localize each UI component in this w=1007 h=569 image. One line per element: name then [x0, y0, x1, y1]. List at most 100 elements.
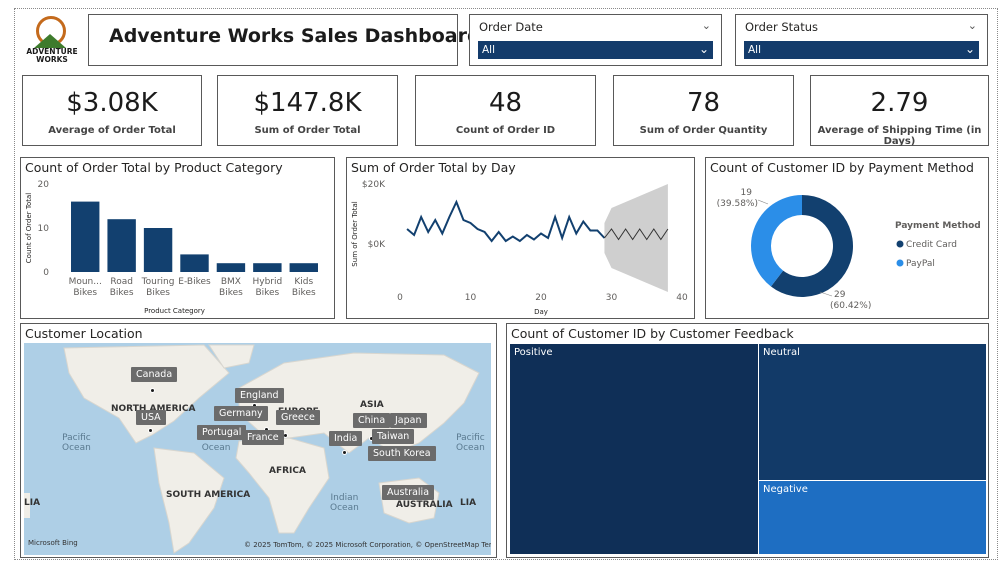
- x-tick-label: 40: [676, 293, 688, 303]
- legend-label: PayPal: [906, 259, 935, 269]
- customer-location-map[interactable]: Customer Location NORTH AMERICA EUROPE A…: [20, 323, 497, 558]
- tile-label: Neutral: [763, 347, 800, 358]
- treemap-tile-negative[interactable]: Negative: [759, 481, 986, 554]
- city-label-india[interactable]: India: [329, 431, 363, 446]
- kpi-label: Sum of Order Quantity: [639, 125, 768, 136]
- kpi-label: Count of Order ID: [455, 125, 556, 136]
- map-title: Customer Location: [25, 326, 143, 341]
- order-status-slicer[interactable]: Order Status ⌄ All ⌄: [735, 14, 988, 66]
- legend-label: Credit Card: [906, 240, 957, 250]
- ocean-label: Pacific Ocean: [456, 433, 485, 453]
- y-axis-title: Sum of Order Total: [351, 201, 359, 266]
- y-axis-title: Count of Order Total: [25, 193, 33, 264]
- kpi-value: 78: [686, 88, 721, 118]
- legend-marker: [896, 259, 904, 267]
- city-label-france[interactable]: France: [242, 430, 284, 445]
- daily-line-chart[interactable]: Sum of Order Total by Day $20K $0K 0 10 20 30…: [346, 157, 695, 319]
- chevron-down-icon[interactable]: ⌄: [968, 19, 977, 32]
- y-tick-label: $0K: [368, 240, 386, 250]
- order-date-slicer[interactable]: Order Date ⌄ All ⌄: [469, 14, 722, 66]
- feedback-treemap[interactable]: Count of Customer ID by Customer Feedbac…: [506, 323, 989, 558]
- tile-label: Negative: [763, 484, 808, 495]
- city-label-usa[interactable]: USA: [136, 410, 166, 425]
- kpi-value: $147.8K: [253, 88, 362, 118]
- slice-value-label: 29: [834, 290, 846, 300]
- legend-title: Payment Method: [895, 221, 981, 231]
- x-tick-label: Bikes: [146, 288, 170, 298]
- kpi-card-count-order-id[interactable]: 48 Count of Order ID: [415, 75, 596, 146]
- slicer-label: Order Date: [479, 20, 543, 34]
- x-tick-label: Bikes: [292, 288, 316, 298]
- line-chart-svg: $20K $0K 0 10 20 30 40 Sum of Order Total Day: [351, 180, 688, 316]
- x-tick-label: BMX: [221, 277, 241, 287]
- city-label-germany[interactable]: Germany: [214, 406, 268, 421]
- map-copyright[interactable]: © 2025 TomTom, © 2025 Microsoft Corporat…: [244, 541, 491, 549]
- location-dot[interactable]: [150, 388, 155, 393]
- x-axis-title: Product Category: [144, 307, 205, 315]
- bar: [107, 219, 136, 272]
- bar: [216, 263, 246, 272]
- chevron-down-icon: ⌄: [698, 42, 709, 56]
- chevron-down-icon[interactable]: ⌄: [702, 19, 711, 32]
- treemap-tile-positive[interactable]: Positive: [510, 344, 758, 554]
- kpi-card-avg-shipping-time[interactable]: 2.79 Average of Shipping Time (in Days): [810, 75, 989, 147]
- city-label-canada[interactable]: Canada: [131, 367, 178, 382]
- x-tick-label: Bikes: [73, 288, 97, 298]
- leader-line: [757, 199, 769, 205]
- x-tick-label: Bikes: [110, 288, 134, 298]
- city-label-greece[interactable]: Greece: [276, 410, 320, 425]
- location-dot[interactable]: [283, 433, 288, 438]
- kpi-label: Average of Order Total: [48, 125, 176, 136]
- x-tick-label: Moun...: [69, 277, 102, 287]
- city-label-south-korea[interactable]: South Korea: [368, 446, 436, 461]
- mountain-icon: [34, 34, 66, 48]
- chart-title: Count of Customer ID by Payment Method: [710, 160, 974, 175]
- x-tick-label: E-Bikes: [178, 277, 211, 287]
- city-label-portugal[interactable]: Portugal: [197, 425, 247, 440]
- x-tick-label: Kids: [294, 277, 313, 287]
- bar: [289, 263, 318, 272]
- chart-title: Count of Customer ID by Customer Feedbac…: [511, 326, 794, 341]
- category-bar-chart[interactable]: Count of Order Total by Product Category…: [20, 157, 335, 319]
- x-tick-label: 10: [465, 293, 477, 303]
- kpi-card-sum-order-total[interactable]: $147.8K Sum of Order Total: [217, 75, 398, 146]
- city-label-england[interactable]: England: [235, 388, 284, 403]
- region-label: AUSTRALIA: [396, 500, 453, 510]
- donut-slice: [751, 195, 802, 287]
- region-label: LIA: [460, 498, 477, 508]
- city-label-taiwan[interactable]: Taiwan: [372, 429, 415, 444]
- title-card: Adventure Works Sales Dashboard: [88, 14, 481, 66]
- region-label: AFRICA: [269, 466, 306, 476]
- dropdown-value: All: [748, 44, 762, 56]
- logo-text: ADVENTURE WORKS: [26, 47, 78, 64]
- kpi-value: 2.79: [870, 88, 929, 118]
- chevron-down-icon: ⌄: [964, 42, 975, 56]
- x-tick-label: 0: [397, 293, 403, 303]
- y-tick-label: $20K: [362, 180, 386, 190]
- adventure-works-logo: ADVENTURE WORKS: [22, 14, 82, 66]
- series-line: [406, 199, 606, 243]
- location-dot[interactable]: [342, 450, 347, 455]
- city-label-australia[interactable]: Australia: [382, 485, 435, 500]
- location-dot[interactable]: [148, 428, 153, 433]
- ocean-label: Indian Ocean: [330, 493, 359, 513]
- region-label: LIA: [24, 498, 41, 508]
- order-status-dropdown[interactable]: All ⌄: [744, 41, 979, 59]
- order-date-dropdown[interactable]: All ⌄: [478, 41, 713, 59]
- map-canvas[interactable]: NORTH AMERICA EUROPE ASIA AFRICA SOUTH A…: [24, 343, 491, 555]
- south-america-land: [153, 447, 225, 554]
- kpi-card-avg-order-total[interactable]: $3.08K Average of Order Total: [22, 75, 202, 146]
- x-tick-label: Bikes: [219, 288, 243, 298]
- leader-line: [819, 291, 833, 297]
- payment-donut-chart[interactable]: Count of Customer ID by Payment Method 2…: [705, 157, 989, 319]
- bar-chart-svg: 01020Count of Order TotalMoun...BikesRoa…: [25, 180, 318, 315]
- forecast-band: [604, 184, 668, 292]
- treemap-tile-neutral[interactable]: Neutral: [759, 344, 986, 480]
- bar: [143, 228, 173, 272]
- city-label-japan[interactable]: Japan: [390, 413, 427, 428]
- slicer-label: Order Status: [745, 20, 818, 34]
- slice-percent-label: (60.42%): [830, 301, 871, 311]
- kpi-card-sum-order-quantity[interactable]: 78 Sum of Order Quantity: [613, 75, 794, 146]
- city-label-china[interactable]: China: [353, 413, 391, 428]
- region-label: ASIA: [360, 400, 384, 410]
